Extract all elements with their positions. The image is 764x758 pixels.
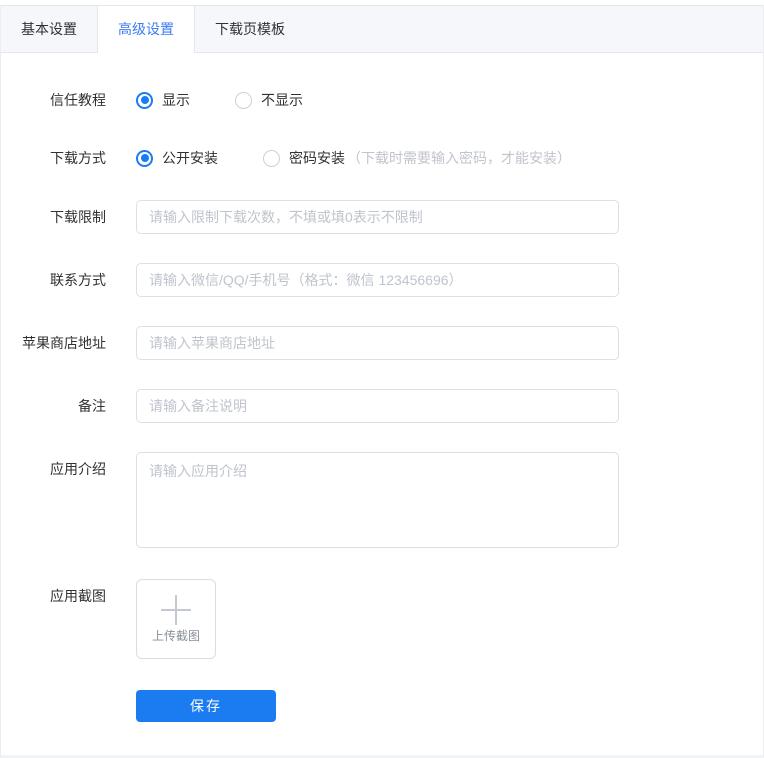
radio-hide[interactable]: 不显示: [235, 90, 303, 110]
trust-tutorial-row: 信任教程 显示 不显示: [1, 90, 763, 110]
remark-label: 备注: [78, 398, 106, 414]
radio-unselected-icon: [263, 149, 280, 167]
contact-row: 联系方式: [1, 263, 763, 297]
apple-store-row: 苹果商店地址: [1, 326, 763, 360]
tab-advanced-settings[interactable]: 高级设置: [97, 6, 195, 53]
download-method-row: 下载方式 公开安装 密码安装 （下载时需要输入密码，才能安装）: [1, 148, 763, 168]
radio-hide-label: 不显示: [261, 92, 303, 108]
apple-store-input[interactable]: [136, 326, 619, 360]
tabs-header: 基本设置 高级设置 下载页模板: [1, 5, 763, 53]
radio-password-install-label: 密码安装: [289, 150, 345, 166]
radio-unselected-icon: [235, 91, 252, 109]
upload-screenshot-button[interactable]: 上传截图: [136, 579, 216, 659]
trust-tutorial-options: 显示 不显示: [136, 90, 303, 110]
tab-basic-settings[interactable]: 基本设置: [1, 6, 97, 52]
contact-input[interactable]: [136, 263, 619, 297]
radio-public-install-label: 公开安装: [162, 150, 218, 166]
trust-tutorial-label: 信任教程: [50, 92, 106, 108]
remark-input[interactable]: [136, 389, 619, 423]
radio-selected-icon: [136, 91, 153, 109]
app-intro-label: 应用介绍: [50, 461, 106, 477]
apple-store-label: 苹果商店地址: [22, 335, 106, 351]
remark-row: 备注: [1, 389, 763, 423]
advanced-settings-form: 信任教程 显示 不显示 下载方式 公开安装 密码安装 （下载时需要输入密码，才能…: [1, 53, 763, 722]
radio-show-label: 显示: [162, 92, 190, 108]
save-row: 保存: [1, 690, 763, 722]
app-intro-textarea[interactable]: [136, 452, 619, 548]
download-method-options: 公开安装 密码安装 （下载时需要输入密码，才能安装）: [136, 148, 571, 168]
radio-selected-icon: [136, 149, 153, 167]
save-button[interactable]: 保存: [136, 690, 276, 722]
radio-public-install[interactable]: 公开安装: [136, 148, 218, 168]
radio-show[interactable]: 显示: [136, 90, 190, 110]
download-limit-input[interactable]: [136, 200, 619, 234]
radio-password-install[interactable]: 密码安装: [263, 148, 345, 168]
plus-icon: [161, 595, 191, 625]
app-screenshot-label: 应用截图: [50, 588, 106, 604]
download-limit-row: 下载限制: [1, 200, 763, 234]
settings-panel: 基本设置 高级设置 下载页模板 信任教程 显示 不显示 下载方式 公开安装 密码…: [0, 5, 764, 758]
app-screenshot-row: 应用截图 上传截图: [1, 579, 763, 659]
download-limit-label: 下载限制: [50, 209, 106, 225]
app-intro-row: 应用介绍: [1, 452, 763, 548]
download-method-label: 下载方式: [50, 150, 106, 166]
password-install-hint: （下载时需要输入密码，才能安装）: [347, 150, 571, 166]
upload-screenshot-text: 上传截图: [151, 629, 200, 643]
tab-download-page-template[interactable]: 下载页模板: [195, 6, 305, 52]
contact-label: 联系方式: [50, 272, 106, 288]
